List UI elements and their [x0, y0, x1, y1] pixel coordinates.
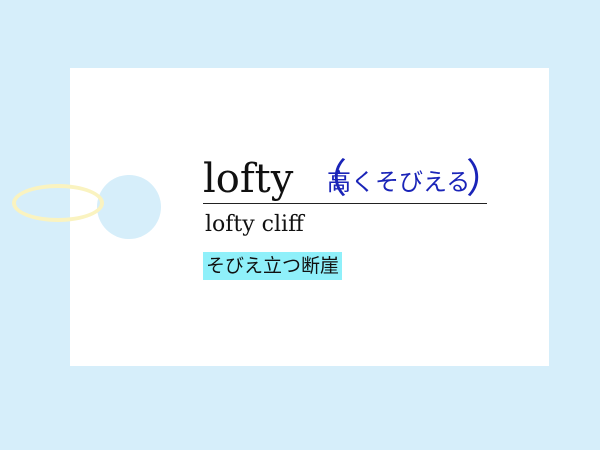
example-phrase-japanese: そびえ立つ断崖	[203, 252, 343, 280]
reading-close-paren: ）	[466, 156, 506, 202]
card-punch-hole	[97, 175, 161, 239]
headword-row: lofty （ 高くそびえる ）	[203, 155, 506, 204]
headword: lofty	[203, 156, 294, 202]
card-string-loop	[12, 184, 104, 222]
example-phrase-english: lofty cliff	[205, 212, 304, 237]
japanese-meaning: 高くそびえる	[327, 168, 471, 196]
